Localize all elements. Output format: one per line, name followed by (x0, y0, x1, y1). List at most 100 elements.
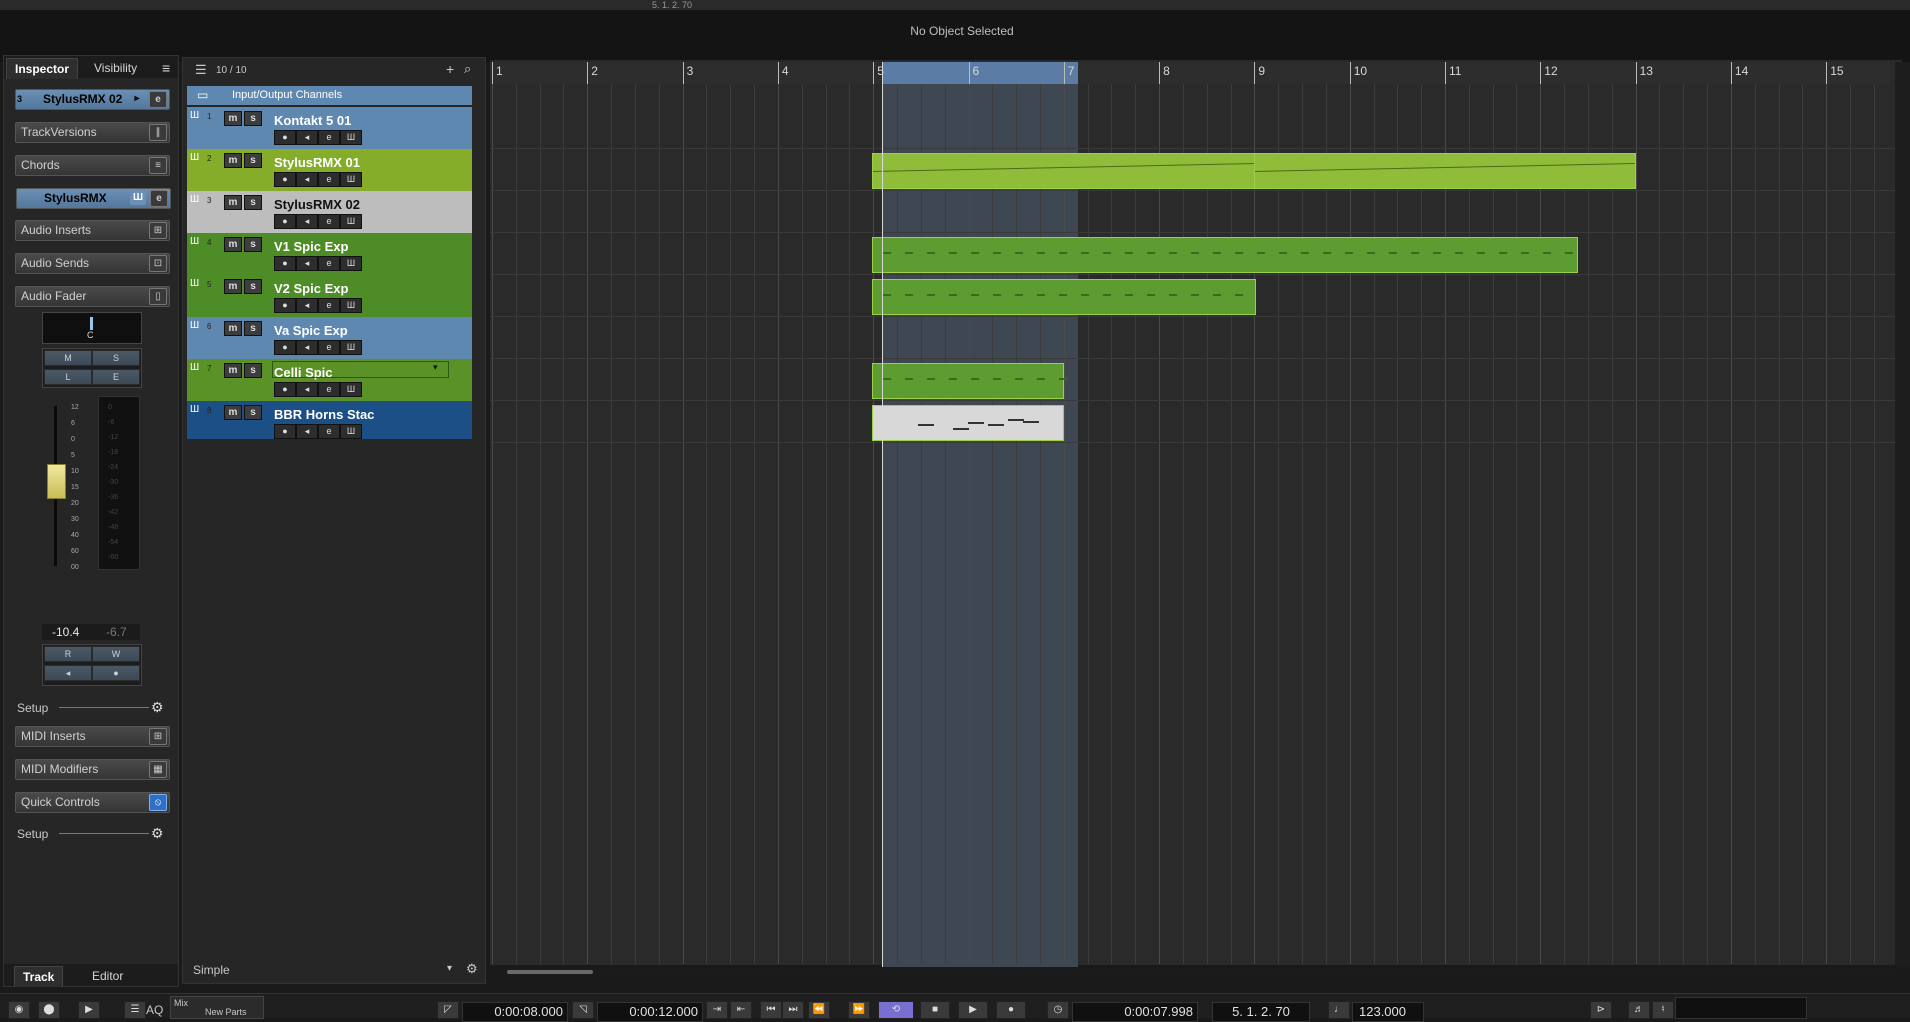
monitor-button[interactable]: ◂ (296, 256, 318, 271)
edit-button[interactable]: E (92, 369, 140, 385)
monitor-button[interactable]: ◂ (44, 665, 92, 681)
section-quick-controls[interactable]: Quick Controls ⦸ (15, 792, 170, 813)
instrument-section[interactable]: StylusRMX Ш e (16, 188, 171, 209)
scrollbar-thumb[interactable] (507, 970, 593, 974)
mute-button[interactable]: M (44, 350, 92, 366)
event-part[interactable] (872, 153, 1256, 189)
add-track-icon[interactable]: + (446, 61, 454, 77)
volume-fader[interactable]: 12 6 0 5 10 15 20 30 40 60 00 0 -6 -12 -18 -24 -30 -36 -42… (42, 396, 140, 571)
hamburger-icon[interactable]: ≡ (154, 58, 178, 78)
keyboard-button[interactable]: Ш (340, 340, 362, 355)
edit-instrument-button[interactable]: e (318, 424, 340, 439)
record-enable-button[interactable]: ● (274, 382, 296, 397)
edit-instrument-button[interactable]: e (318, 130, 340, 145)
keyboard-button[interactable]: Ш (340, 382, 362, 397)
track-name[interactable]: StylusRMX 02 (274, 197, 360, 212)
event-part[interactable] (872, 237, 1578, 273)
left-locator-value[interactable]: 0:00:08.000 (462, 1002, 568, 1022)
section-midi-inserts[interactable]: MIDI Inserts ⊞ (15, 726, 170, 747)
edit-instrument-icon[interactable]: e (149, 91, 167, 108)
monitor-button[interactable]: ◂ (296, 172, 318, 187)
record-enable-button[interactable]: ● (274, 256, 296, 271)
project-cursor[interactable] (882, 62, 883, 967)
monitor-button[interactable]: ◂ (296, 424, 318, 439)
track-name[interactable]: V2 Spic Exp (274, 281, 348, 296)
solo-button[interactable]: s (244, 195, 262, 210)
mute-button[interactable]: m (224, 195, 242, 210)
monitor-button[interactable]: ◂ (296, 214, 318, 229)
section-audio-fader[interactable]: Audio Fader ▯ (15, 286, 170, 307)
ruler[interactable] (490, 62, 1890, 84)
monitor-button[interactable]: ◂ (296, 382, 318, 397)
keyboard-button[interactable]: Ш (340, 172, 362, 187)
record-icon[interactable]: ● (996, 1001, 1026, 1019)
list-icon[interactable]: ☰ (124, 1001, 146, 1019)
fader-handle[interactable] (47, 464, 66, 499)
solo-button[interactable]: s (244, 111, 262, 126)
auto-quantize-label[interactable]: AQ (146, 1003, 163, 1017)
track-name[interactable]: Kontakt 5 01 (274, 113, 351, 128)
search-icon[interactable]: ⌕ (464, 61, 471, 77)
tempo-display[interactable]: 123.000 (1352, 1002, 1424, 1022)
tab-track[interactable]: Track (14, 966, 64, 987)
section-chords[interactable]: Chords ≡ (15, 155, 170, 176)
solo-button[interactable]: s (244, 279, 262, 294)
track-row[interactable]: Ш 2 m s StylusRMX 01 ● ◂ e Ш (187, 149, 472, 192)
project-window[interactable] (490, 60, 1902, 965)
edit-instrument-button[interactable]: e (318, 214, 340, 229)
preset-dropdown-icon[interactable]: ▾ (447, 963, 452, 974)
marker-icon[interactable]: ⊳ (1590, 1001, 1612, 1019)
section-audio-sends[interactable]: Audio Sends ⊡ (15, 253, 170, 274)
arranger-icon[interactable]: ♮ (1652, 1001, 1674, 1019)
track-preset-label[interactable]: Simple (193, 963, 230, 977)
go-to-start-icon[interactable]: ⏮ (760, 1001, 782, 1019)
keyboard-button[interactable]: Ш (340, 256, 362, 271)
track-name[interactable]: Va Spic Exp (274, 323, 348, 338)
primary-time-display[interactable]: 0:00:07.998 (1072, 1002, 1198, 1022)
track-name[interactable]: BBR Horns Stac (274, 407, 374, 422)
punch-icon[interactable]: ⬤ (38, 1001, 60, 1019)
section-audio-inserts[interactable]: Audio Inserts ⊞ (15, 220, 170, 241)
record-enable-button[interactable]: ● (274, 298, 296, 313)
chord-track-icon[interactable]: ♬ (1628, 1001, 1650, 1019)
event-part[interactable] (872, 279, 1256, 315)
punch-out-icon[interactable]: ⇤ (730, 1001, 752, 1019)
punch-in-icon[interactable]: ⇥ (706, 1001, 728, 1019)
cycle-icon[interactable]: ⟲ (878, 1001, 914, 1019)
monitor-button[interactable]: ◂ (296, 130, 318, 145)
secondary-time-display[interactable]: 5. 1. 2. 70 (1212, 1002, 1310, 1022)
left-locator-icon[interactable]: ◸ (437, 1001, 459, 1019)
listen-button[interactable]: L (44, 369, 92, 385)
mute-button[interactable]: m (224, 279, 242, 294)
solo-button[interactable]: s (244, 321, 262, 336)
event-part[interactable] (1254, 153, 1636, 189)
record-mode-box[interactable]: Mix New Parts (170, 996, 264, 1019)
right-locator-value[interactable]: 0:00:12.000 (597, 1002, 703, 1022)
track-name-field[interactable]: ▾ (272, 361, 449, 378)
track-row[interactable]: Ш 1 m s Kontakt 5 01 ● ◂ e Ш (187, 107, 472, 150)
monitor-button[interactable]: ◂ (296, 340, 318, 355)
gear-icon[interactable]: ⚙ (151, 699, 164, 716)
play-icon[interactable]: ▶ (958, 1001, 988, 1019)
track-name[interactable]: StylusRMX 01 (274, 155, 360, 170)
track-name-section[interactable]: 3 StylusRMX 02 ▸ e (15, 89, 170, 110)
tab-inspector[interactable]: Inspector (6, 58, 79, 79)
mute-button[interactable]: m (224, 153, 242, 168)
write-automation-button[interactable]: W (92, 646, 140, 662)
mute-button[interactable]: m (224, 111, 242, 126)
record-mode-icon[interactable]: ◉ (8, 1001, 30, 1019)
solo-button[interactable]: s (244, 237, 262, 252)
rewind-icon[interactable]: ⏪ (808, 1001, 830, 1019)
keyboard-button[interactable]: Ш (340, 298, 362, 313)
event-part[interactable] (872, 363, 1067, 399)
mute-button[interactable]: m (224, 405, 242, 420)
section-midi-modifiers[interactable]: MIDI Modifiers ▦ (15, 759, 170, 780)
edit-instrument-button[interactable]: e (318, 340, 340, 355)
solo-button[interactable]: s (244, 153, 262, 168)
monitor-button[interactable]: ◂ (296, 298, 318, 313)
stop-icon[interactable]: ■ (920, 1001, 950, 1019)
solo-button[interactable]: S (92, 350, 140, 366)
track-row[interactable]: Ш 8 m s BBR Horns Stac ● ◂ e Ш (187, 401, 472, 444)
gear-icon[interactable]: ⚙ (466, 961, 478, 977)
tab-visibility[interactable]: Visibility (86, 58, 145, 78)
